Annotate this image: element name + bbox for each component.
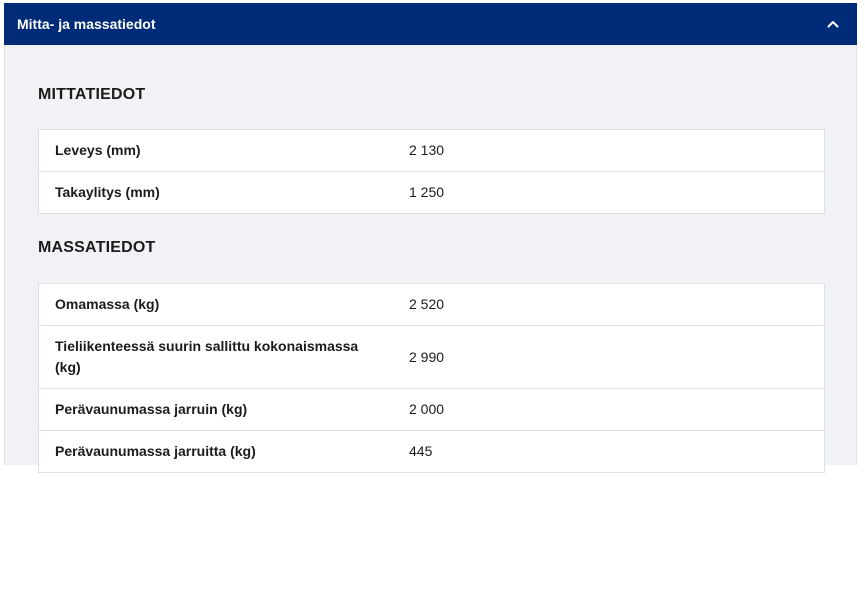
- row-label: Perävaunumassa jarruin (kg): [38, 388, 393, 431]
- row-value: 2 130: [393, 129, 825, 172]
- row-value: 445: [393, 430, 825, 473]
- row-label: Tieliikenteessä suurin sallittu kokonais…: [38, 325, 393, 389]
- dimensions-table: Leveys (mm) 2 130 Takaylitys (mm) 1 250: [38, 129, 825, 214]
- accordion-header[interactable]: Mitta- ja massatiedot: [4, 3, 857, 45]
- accordion-body: MITTATIEDOT Leveys (mm) 2 130 Takaylitys…: [4, 45, 857, 473]
- row-label: Perävaunumassa jarruitta (kg): [38, 430, 393, 473]
- row-label: Omamassa (kg): [38, 283, 393, 326]
- table-row: Takaylitys (mm) 1 250: [38, 171, 825, 214]
- row-label: Takaylitys (mm): [38, 171, 393, 214]
- table-row: Perävaunumassa jarruin (kg) 2 000: [38, 388, 825, 431]
- table-row: Leveys (mm) 2 130: [38, 129, 825, 172]
- row-value: 2 000: [393, 388, 825, 431]
- accordion-title: Mitta- ja massatiedot: [17, 16, 156, 32]
- row-label: Leveys (mm): [38, 129, 393, 172]
- dimensions-mass-accordion: Mitta- ja massatiedot MITTATIEDOT Leveys…: [4, 3, 857, 473]
- chevron-up-icon[interactable]: [825, 16, 841, 32]
- masses-heading: MASSATIEDOT: [38, 239, 156, 256]
- table-row: Perävaunumassa jarruitta (kg) 445: [38, 430, 825, 473]
- row-value: 2 990: [393, 325, 825, 389]
- row-value: 1 250: [393, 171, 825, 214]
- row-value: 2 520: [393, 283, 825, 326]
- table-row: Tieliikenteessä suurin sallittu kokonais…: [38, 325, 825, 389]
- table-row: Omamassa (kg) 2 520: [38, 283, 825, 326]
- dimensions-heading: MITTATIEDOT: [38, 86, 146, 103]
- masses-table: Omamassa (kg) 2 520 Tieliikenteessä suur…: [38, 283, 825, 473]
